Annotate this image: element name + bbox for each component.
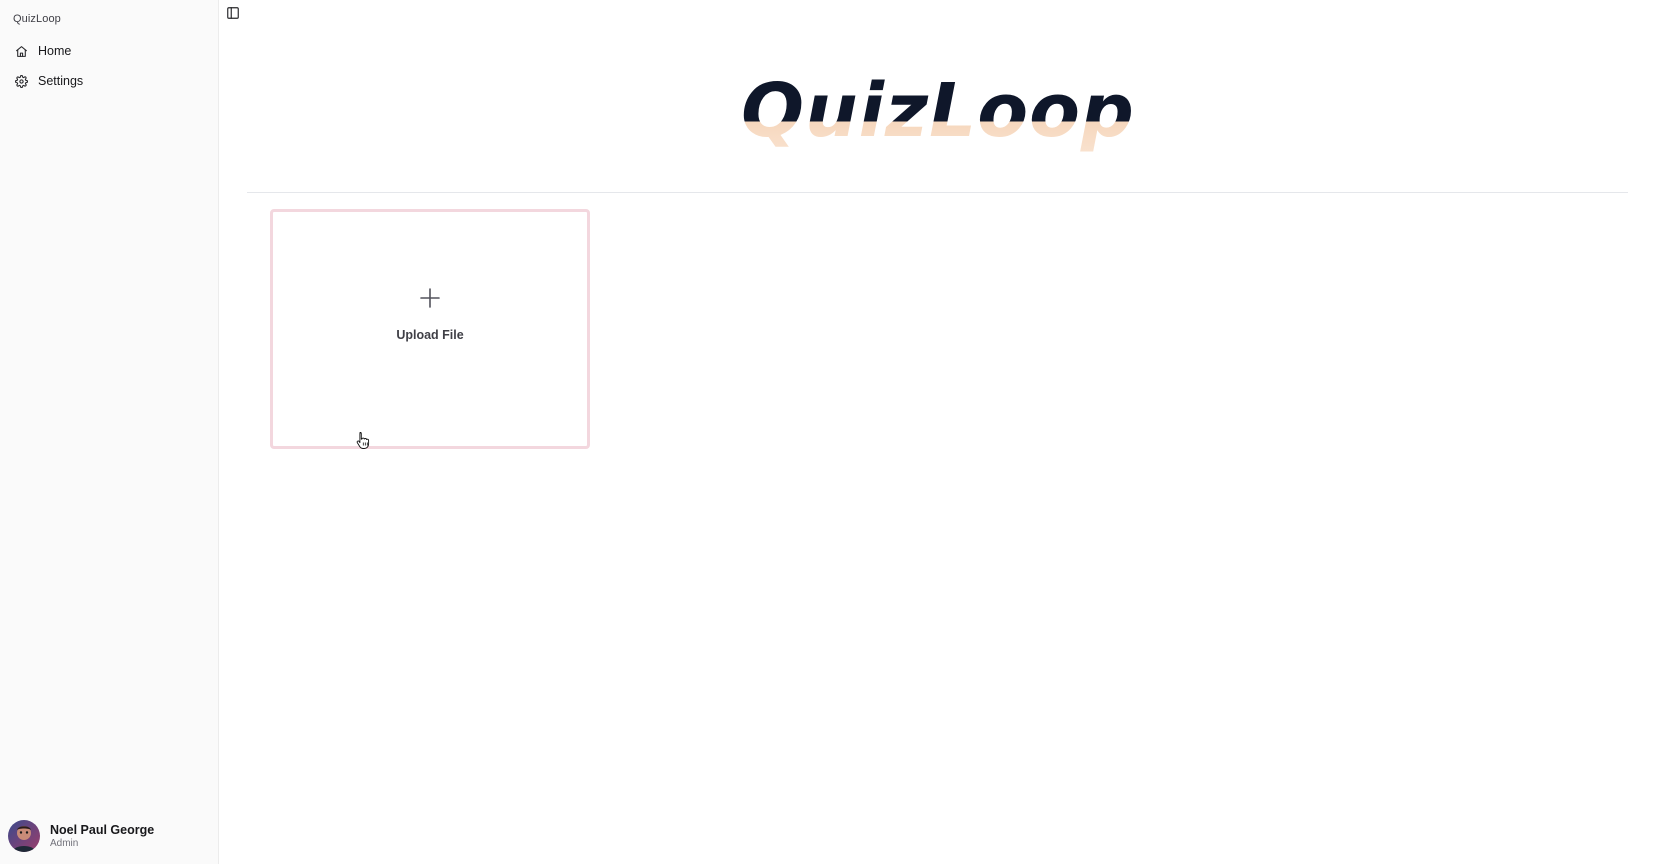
- sidebar-toggle-icon: [227, 7, 239, 19]
- user-info: Noel Paul George Admin: [50, 823, 154, 850]
- plus-icon: [420, 288, 440, 308]
- sidebar: QuizLoop Home Settings Noel Paul George …: [0, 0, 219, 864]
- app-window: QuizLoop Home Settings Noel Paul George …: [0, 0, 1658, 864]
- user-profile[interactable]: Noel Paul George Admin: [8, 816, 213, 856]
- user-name: Noel Paul George: [50, 822, 155, 837]
- toggle-sidebar-button[interactable]: [225, 5, 241, 21]
- header-divider: [247, 192, 1628, 193]
- sidebar-item-label: Home: [38, 44, 72, 58]
- sidebar-item-settings[interactable]: Settings: [6, 66, 211, 96]
- logo-graphic: QuizLoop: [741, 68, 1135, 154]
- gear-icon: [14, 74, 28, 88]
- main-content: QuizLoop Upload File: [219, 0, 1658, 864]
- avatar: [8, 820, 40, 852]
- quizloop-logo: QuizLoop: [219, 56, 1658, 166]
- home-icon: [14, 44, 28, 58]
- sidebar-nav: Home Settings: [6, 36, 211, 96]
- hand-cursor-icon: [356, 432, 370, 449]
- logo-text: QuizLoop: [741, 68, 1135, 154]
- upload-file-card[interactable]: Upload File: [270, 209, 590, 449]
- upload-file-label: Upload File: [396, 328, 464, 342]
- sidebar-item-home[interactable]: Home: [6, 36, 211, 66]
- sidebar-brand: QuizLoop: [13, 13, 61, 25]
- sidebar-item-label: Settings: [38, 74, 84, 88]
- user-role: Admin: [50, 837, 79, 849]
